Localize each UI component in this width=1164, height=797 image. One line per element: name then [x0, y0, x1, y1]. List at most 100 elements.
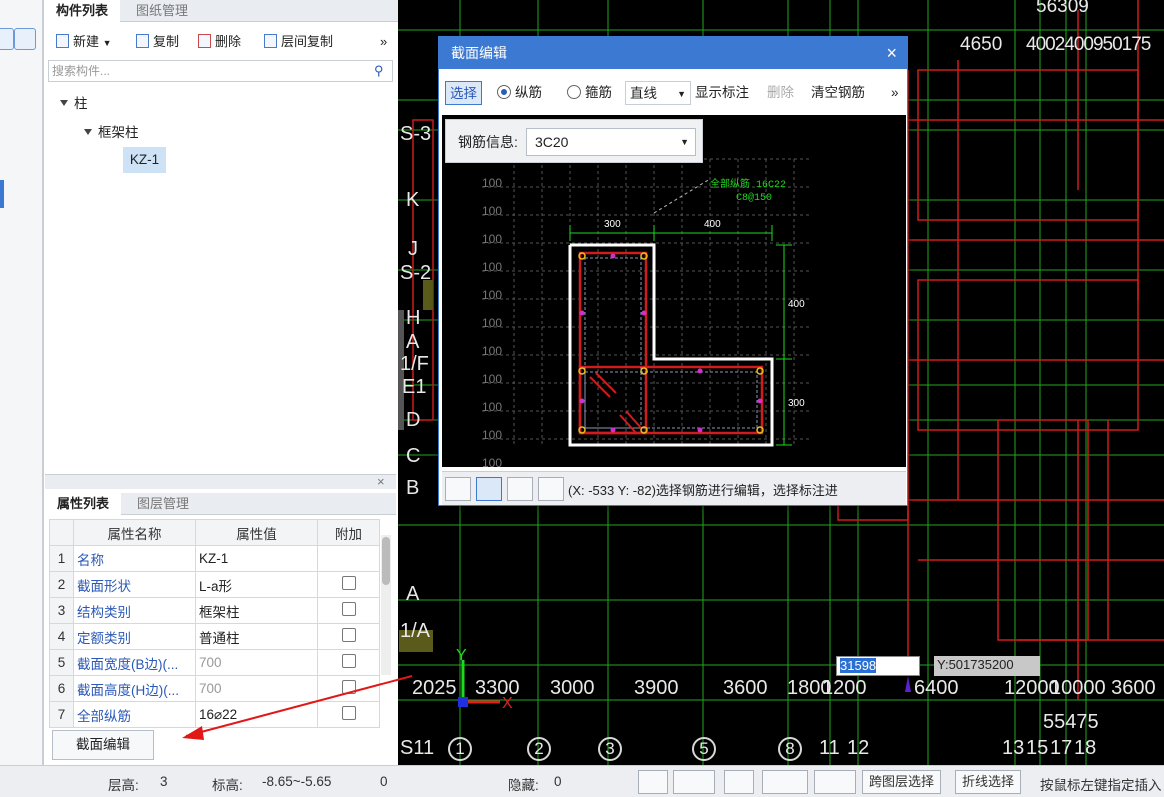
perpendicular-icon[interactable] — [507, 477, 533, 501]
svg-text:100: 100 — [482, 176, 502, 190]
cross-layer-select-button[interactable]: 跨图层选择 — [862, 770, 942, 794]
svg-text:100: 100 — [482, 288, 502, 302]
svg-text:100: 100 — [482, 428, 502, 442]
delete-rebar-button[interactable]: 删除 — [767, 81, 794, 105]
angle-snap-icon[interactable] — [476, 477, 502, 501]
axis-label: H — [406, 307, 421, 329]
cross-select-icon[interactable] — [724, 770, 754, 794]
rebar-info-select[interactable]: 3C20 ▼ — [526, 128, 696, 156]
cad-dimension: 1200 — [822, 677, 867, 699]
note-stirrup: C8@150 — [736, 192, 772, 204]
extra-checkbox[interactable] — [341, 576, 356, 590]
axis-bubble-label: S11 — [400, 737, 435, 759]
longitudinal-radio[interactable]: 纵筋 — [497, 81, 542, 105]
axis-bubble-label: 15 — [1026, 737, 1049, 759]
coord-x-input[interactable]: 31598 — [836, 656, 920, 676]
strip-button-2[interactable] — [14, 28, 36, 50]
floor-copy-button[interactable]: 层间复制 — [264, 32, 333, 52]
section-edit-dialog: 截面编辑 × 选择 纵筋 箍筋 直线 ▼ 显示标注 删除 清空钢筋 » 100 … — [438, 36, 908, 506]
axis-label: B — [406, 477, 420, 499]
note-all-rebar: 全部纵筋 16C22 — [710, 177, 786, 191]
axis-label: 1/A — [400, 620, 431, 642]
dim-right-top: 400 — [788, 299, 805, 310]
axis-label: C — [406, 445, 421, 467]
table-row[interactable]: 4 定额类别 普通柱 — [49, 623, 380, 650]
axis-bubble-label: 18 — [1074, 737, 1097, 759]
elevation-value: -8.65~-5.65 — [262, 774, 332, 789]
clear-rebar-button[interactable]: 清空钢筋 — [811, 81, 865, 105]
extra-checkbox[interactable] — [341, 654, 356, 668]
table-row[interactable]: 7 全部纵筋 16⌀22 — [49, 701, 380, 728]
toolbar-more-button[interactable]: » — [380, 32, 387, 52]
orthogonal-toggle-icon[interactable] — [638, 770, 668, 794]
component-search-input[interactable]: 搜索构件... — [48, 60, 393, 82]
angle-icon[interactable] — [762, 770, 808, 794]
svg-text:100: 100 — [482, 344, 502, 358]
orthogonal-icon[interactable] — [445, 477, 471, 501]
show-annotation-button[interactable]: 显示标注 — [695, 81, 749, 105]
tree-node-frame-column[interactable]: 框架柱 — [84, 121, 139, 141]
table-row[interactable]: 3 结构类别 框架柱 — [49, 597, 380, 624]
rebar-info-panel: 钢筋信息: 3C20 ▼ — [445, 119, 703, 163]
dynamic-input-icon[interactable] — [814, 770, 856, 794]
component-tab-bar: 构件列表 图纸管理 — [44, 0, 399, 22]
object-snap-icon[interactable] — [673, 770, 715, 794]
section-edit-button[interactable]: 截面编辑 — [52, 730, 154, 760]
delete-icon — [198, 34, 211, 48]
svg-text:100: 100 — [482, 372, 502, 386]
tab-drawing-management[interactable]: 图纸管理 — [124, 0, 200, 22]
svg-text:100: 100 — [482, 204, 502, 218]
cad-dimension: 6400 — [914, 677, 959, 699]
tab-component-list[interactable]: 构件列表 — [44, 0, 121, 22]
section-drawing-area[interactable]: 100 100 100 100 100 100 100 100 100 100 … — [442, 115, 906, 470]
floor-copy-icon — [264, 34, 277, 48]
dim-top-right: 400 — [704, 219, 721, 230]
cad-total-dimension: 55475 — [1043, 711, 1099, 733]
property-scrollbar-thumb[interactable] — [382, 537, 390, 585]
property-panel: × 属性列表 图层管理 属性名称 属性值 附加 1 名称 KZ-1 2 截面形状… — [45, 474, 396, 765]
snap-point-icon[interactable] — [538, 477, 564, 501]
extra-checkbox[interactable] — [341, 628, 356, 642]
table-row[interactable]: 2 截面形状 L-a形 — [49, 571, 380, 598]
collapse-triangle-icon — [60, 100, 68, 106]
header-prop-value: 属性值 — [195, 519, 318, 546]
cad-dimension: 3300 — [475, 677, 520, 699]
cad-top-number: 56309 — [1036, 0, 1089, 17]
tree-node-kz1[interactable]: KZ-1 — [123, 147, 166, 173]
table-header-row: 属性名称 属性值 附加 — [49, 519, 380, 546]
strip-button-1[interactable] — [0, 28, 14, 50]
dialog-toolbar-more-button[interactable]: » — [891, 81, 899, 105]
cad-top-number: 4002400950175 — [1026, 34, 1151, 55]
coord-y-readout: Y:501735200 — [934, 656, 1040, 676]
extra-checkbox[interactable] — [341, 602, 356, 616]
cad-dimension: 3600 — [723, 677, 768, 699]
tree-node-column[interactable]: 柱 — [60, 92, 88, 112]
axis-label: D — [406, 409, 421, 431]
radio-unchecked-icon — [567, 85, 581, 99]
line-type-select[interactable]: 直线 ▼ — [625, 81, 691, 105]
polyline-select-button[interactable]: 折线选择 — [955, 770, 1022, 794]
select-button[interactable]: 选择 — [445, 81, 482, 105]
stirrup-radio[interactable]: 箍筋 — [567, 81, 612, 105]
axis-label: 1/F — [400, 353, 429, 375]
table-row[interactable]: 6 截面高度(H边)(... 700 — [49, 675, 380, 702]
close-icon[interactable]: × — [377, 474, 385, 489]
axis-bubble: 8 — [778, 737, 802, 761]
axis-label: J — [408, 238, 418, 260]
table-row[interactable]: 1 名称 KZ-1 — [49, 545, 380, 572]
tab-property-list[interactable]: 属性列表 — [45, 493, 122, 515]
dim-top-left: 300 — [604, 219, 621, 230]
svg-text:100: 100 — [482, 456, 502, 467]
dialog-close-button[interactable]: × — [886, 37, 897, 69]
header-prop-name: 属性名称 — [73, 519, 196, 546]
delete-button[interactable]: 删除 — [198, 32, 241, 52]
new-button[interactable]: 新建 ▼ — [56, 32, 112, 52]
extra-checkbox[interactable] — [341, 706, 356, 720]
table-row[interactable]: 5 截面宽度(B边)(... 700 — [49, 649, 380, 676]
tab-layer-management[interactable]: 图层管理 — [125, 493, 201, 515]
search-icon[interactable]: ⚲ — [374, 63, 384, 79]
axis-label: E1 — [402, 376, 427, 398]
copy-button[interactable]: 复制 — [136, 32, 179, 52]
extra-checkbox[interactable] — [341, 680, 356, 694]
floor-height-value: 3 — [160, 774, 168, 789]
